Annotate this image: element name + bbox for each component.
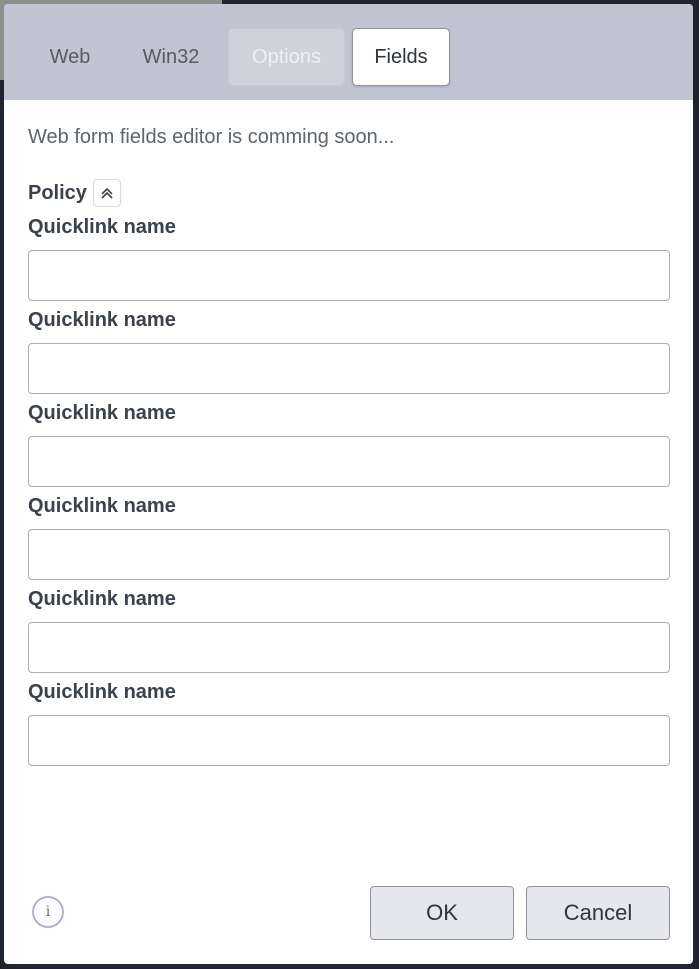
quicklink-name-input[interactable] — [28, 529, 670, 580]
tab-options[interactable]: Options — [228, 28, 345, 86]
quicklink-name-input[interactable] — [28, 343, 670, 394]
field-group: Quicklink name — [28, 216, 670, 309]
tab-fields[interactable]: Fields — [352, 28, 450, 86]
field-label: Quicklink name — [28, 216, 176, 238]
tab-win32[interactable]: Win32 — [129, 28, 213, 86]
field-label: Quicklink name — [28, 588, 176, 610]
policy-header: Policy — [28, 178, 121, 208]
field-label: Quicklink name — [28, 309, 176, 331]
chevrons-up-icon — [101, 187, 113, 199]
field-group: Quicklink name — [28, 402, 670, 495]
fields-list: Quicklink name Quicklink name Quicklink … — [28, 216, 670, 774]
quicklink-name-input[interactable] — [28, 250, 670, 301]
field-label: Quicklink name — [28, 681, 176, 703]
quicklink-name-input[interactable] — [28, 715, 670, 766]
field-group: Quicklink name — [28, 588, 670, 681]
field-label: Quicklink name — [28, 402, 176, 424]
tab-web[interactable]: Web — [30, 28, 110, 86]
cancel-button[interactable]: Cancel — [526, 886, 670, 940]
ok-button[interactable]: OK — [370, 886, 514, 940]
field-label: Quicklink name — [28, 495, 176, 517]
field-group: Quicklink name — [28, 495, 670, 588]
policy-label: Policy — [28, 181, 87, 204]
quicklink-name-input[interactable] — [28, 436, 670, 487]
field-group: Quicklink name — [28, 681, 670, 774]
quicklink-name-input[interactable] — [28, 622, 670, 673]
coming-soon-notice: Web form fields editor is comming soon..… — [28, 126, 395, 148]
tab-bar: Web Win32 Options Fields — [4, 4, 693, 100]
info-icon[interactable]: i — [32, 896, 64, 928]
dialog: Web Win32 Options Fields Web form fields… — [4, 4, 693, 964]
field-group: Quicklink name — [28, 309, 670, 402]
collapse-button[interactable] — [92, 179, 121, 207]
